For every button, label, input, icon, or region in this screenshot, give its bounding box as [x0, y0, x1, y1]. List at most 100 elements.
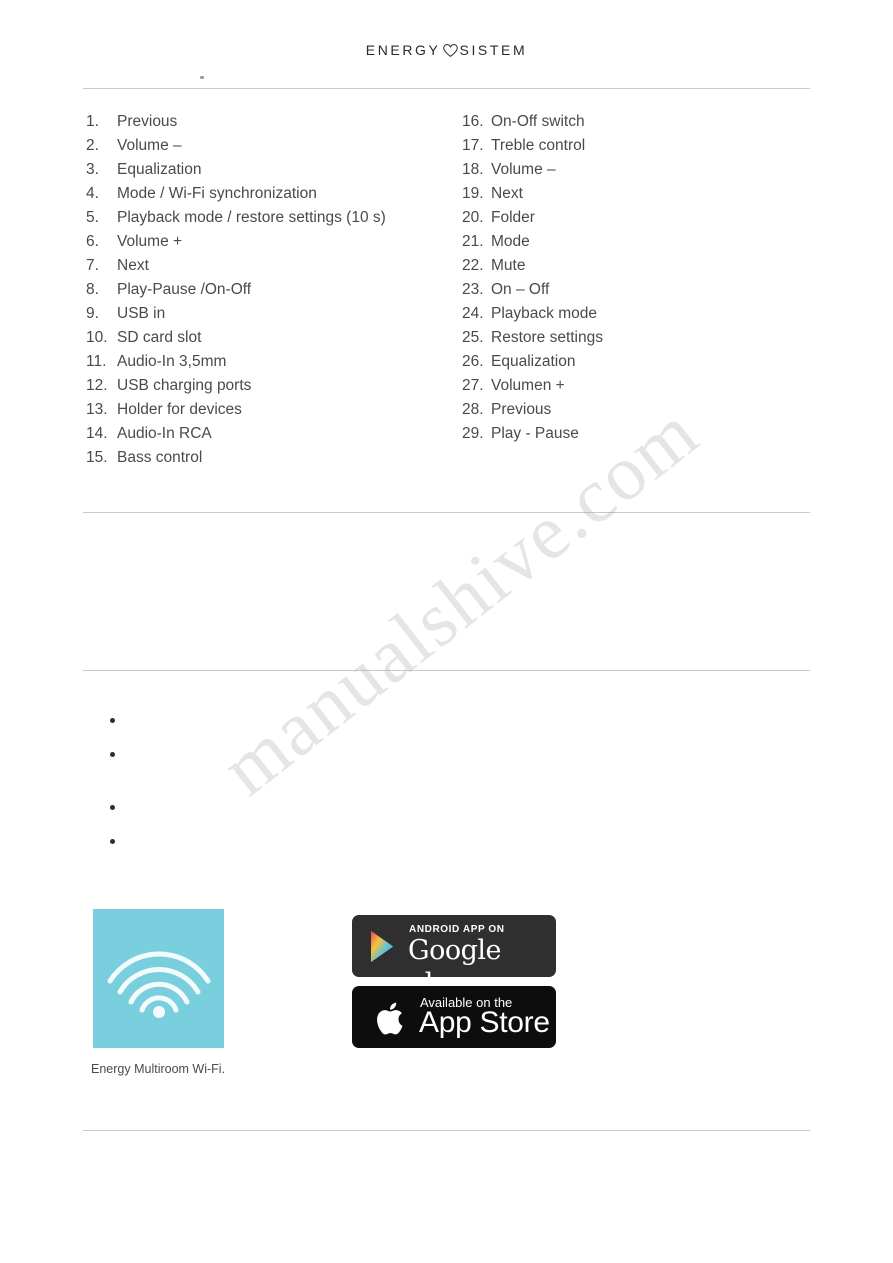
list-item-label: Playback mode / restore settings (10 s): [117, 209, 386, 226]
list-item-number: 11.: [86, 353, 107, 370]
list-item-label: Previous: [117, 113, 178, 130]
bullet-point-icon: [110, 718, 115, 723]
list-item: 27. Volumen +: [462, 374, 802, 398]
list-item-label: Audio-In RCA: [117, 425, 212, 442]
divider-top: [83, 88, 810, 89]
list-item: 25. Restore settings: [462, 326, 802, 350]
list-item-label: Volume –: [117, 137, 182, 154]
list-item-label: Holder for devices: [117, 401, 242, 418]
list-item-number: 5.: [86, 209, 99, 226]
brand-name-right: SISTEM: [459, 42, 528, 58]
apple-logo-icon: [377, 1002, 403, 1035]
list-item: 24. Playback mode: [462, 302, 802, 326]
parts-list-right-column: 16. On-Off switch 17. Treble control 18. Vo…: [462, 110, 802, 446]
brand-logo: ENERGY SISTEM: [0, 42, 893, 58]
list-item-number: 16.: [462, 113, 484, 130]
list-item-label: Mode / Wi-Fi synchronization: [117, 185, 317, 202]
list-item-number: 28.: [462, 401, 484, 418]
list-item-label: Restore settings: [491, 329, 603, 346]
wifi-waves-icon: [107, 951, 210, 1019]
list-item: 23. On – Off: [462, 278, 802, 302]
stray-mark: [200, 76, 204, 79]
list-item-label: Previous: [491, 401, 552, 418]
list-item: 11. Audio-In 3,5mm: [86, 350, 466, 374]
list-item: 5. Playback mode / restore settings (10 s…: [86, 206, 466, 230]
divider-middle: [83, 512, 810, 513]
list-item-number: 24.: [462, 305, 484, 322]
list-item-label: On – Off: [491, 281, 550, 298]
list-item: 8. Play-Pause /On-Off: [86, 278, 466, 302]
google-play-main-line: Google play: [408, 935, 501, 977]
list-item-label: Playback mode: [491, 305, 597, 322]
list-item: 29. Play - Pause: [462, 422, 802, 446]
list-item-number: 23.: [462, 281, 484, 298]
list-item-label: Mode: [491, 233, 530, 250]
divider-section: [83, 670, 810, 671]
list-item: 14. Audio-In RCA: [86, 422, 466, 446]
list-item-label: On-Off switch: [491, 113, 585, 130]
list-item: 17. Treble control: [462, 134, 802, 158]
list-item-label: Play - Pause: [491, 425, 579, 442]
list-item: 1. Previous: [86, 110, 466, 134]
list-item-number: 29.: [462, 425, 484, 442]
app-store-badge[interactable]: Available on the App Store: [352, 986, 556, 1048]
list-item-number: 14.: [86, 425, 108, 442]
list-item: 7. Next: [86, 254, 466, 278]
app-icon-caption: Energy Multiroom Wi-Fi.: [91, 1062, 226, 1076]
parts-list-left-column: 1. Previous 2. Volume – 3. Equalization 4. M…: [86, 110, 466, 470]
list-item-number: 8.: [86, 281, 99, 298]
bullet-point-icon: [110, 839, 115, 844]
list-item-number: 26.: [462, 353, 484, 370]
divider-bottom: [83, 1130, 810, 1131]
list-item-label: Volume –: [491, 161, 556, 178]
list-item: 16. On-Off switch: [462, 110, 802, 134]
list-item: 19. Next: [462, 182, 802, 206]
list-item-label: Mute: [491, 257, 526, 274]
list-item-number: 3.: [86, 161, 99, 178]
list-item: 10. SD card slot: [86, 326, 466, 350]
list-item-number: 4.: [86, 185, 99, 202]
list-item-label: USB charging ports: [117, 377, 252, 394]
list-item-number: 20.: [462, 209, 484, 226]
list-item: 20. Folder: [462, 206, 802, 230]
list-item-number: 9.: [86, 305, 99, 322]
list-item-label: Equalization: [117, 161, 202, 178]
wifi-multiroom-app-icon: [93, 909, 224, 1048]
list-item-number: 10.: [86, 329, 108, 346]
list-item-number: 1.: [86, 113, 99, 130]
list-item: 2. Volume –: [86, 134, 466, 158]
list-item-label: Play-Pause /On-Off: [117, 281, 252, 298]
list-item-number: 6.: [86, 233, 99, 250]
list-item-label: Volumen +: [491, 377, 565, 394]
list-item: 6. Volume +: [86, 230, 466, 254]
list-item-label: Volume +: [117, 233, 183, 250]
list-item-label: USB in: [117, 305, 166, 322]
list-item-number: 21.: [462, 233, 484, 250]
list-item-number: 7.: [86, 257, 99, 274]
list-item-label: Treble control: [491, 137, 586, 154]
list-item: 4. Mode / Wi-Fi synchronization: [86, 182, 466, 206]
list-item-number: 13.: [86, 401, 108, 418]
heart-icon: [442, 44, 458, 57]
list-item-number: 27.: [462, 377, 484, 394]
list-item: 18. Volume –: [462, 158, 802, 182]
list-item-number: 25.: [462, 329, 484, 346]
list-item-label: Bass control: [117, 449, 203, 466]
list-item: 22. Mute: [462, 254, 802, 278]
list-item-number: 15.: [86, 449, 108, 466]
list-item-label: Audio-In 3,5mm: [117, 353, 227, 370]
bullet-point-icon: [110, 805, 115, 810]
list-item: 3. Equalization: [86, 158, 466, 182]
brand-name-left: ENERGY: [365, 42, 441, 58]
list-item: 13. Holder for devices: [86, 398, 466, 422]
google-play-badge[interactable]: ANDROID APP ON Google play: [352, 915, 556, 977]
list-item-number: 22.: [462, 257, 484, 274]
list-item-number: 19.: [462, 185, 484, 202]
list-item: 28. Previous: [462, 398, 802, 422]
list-item-label: SD card slot: [117, 329, 202, 346]
list-item-label: Next: [117, 257, 149, 274]
list-item-number: 2.: [86, 137, 99, 154]
google-play-triangle-icon: [371, 931, 393, 962]
list-item-label: Folder: [491, 209, 535, 226]
list-item-number: 18.: [462, 161, 484, 178]
